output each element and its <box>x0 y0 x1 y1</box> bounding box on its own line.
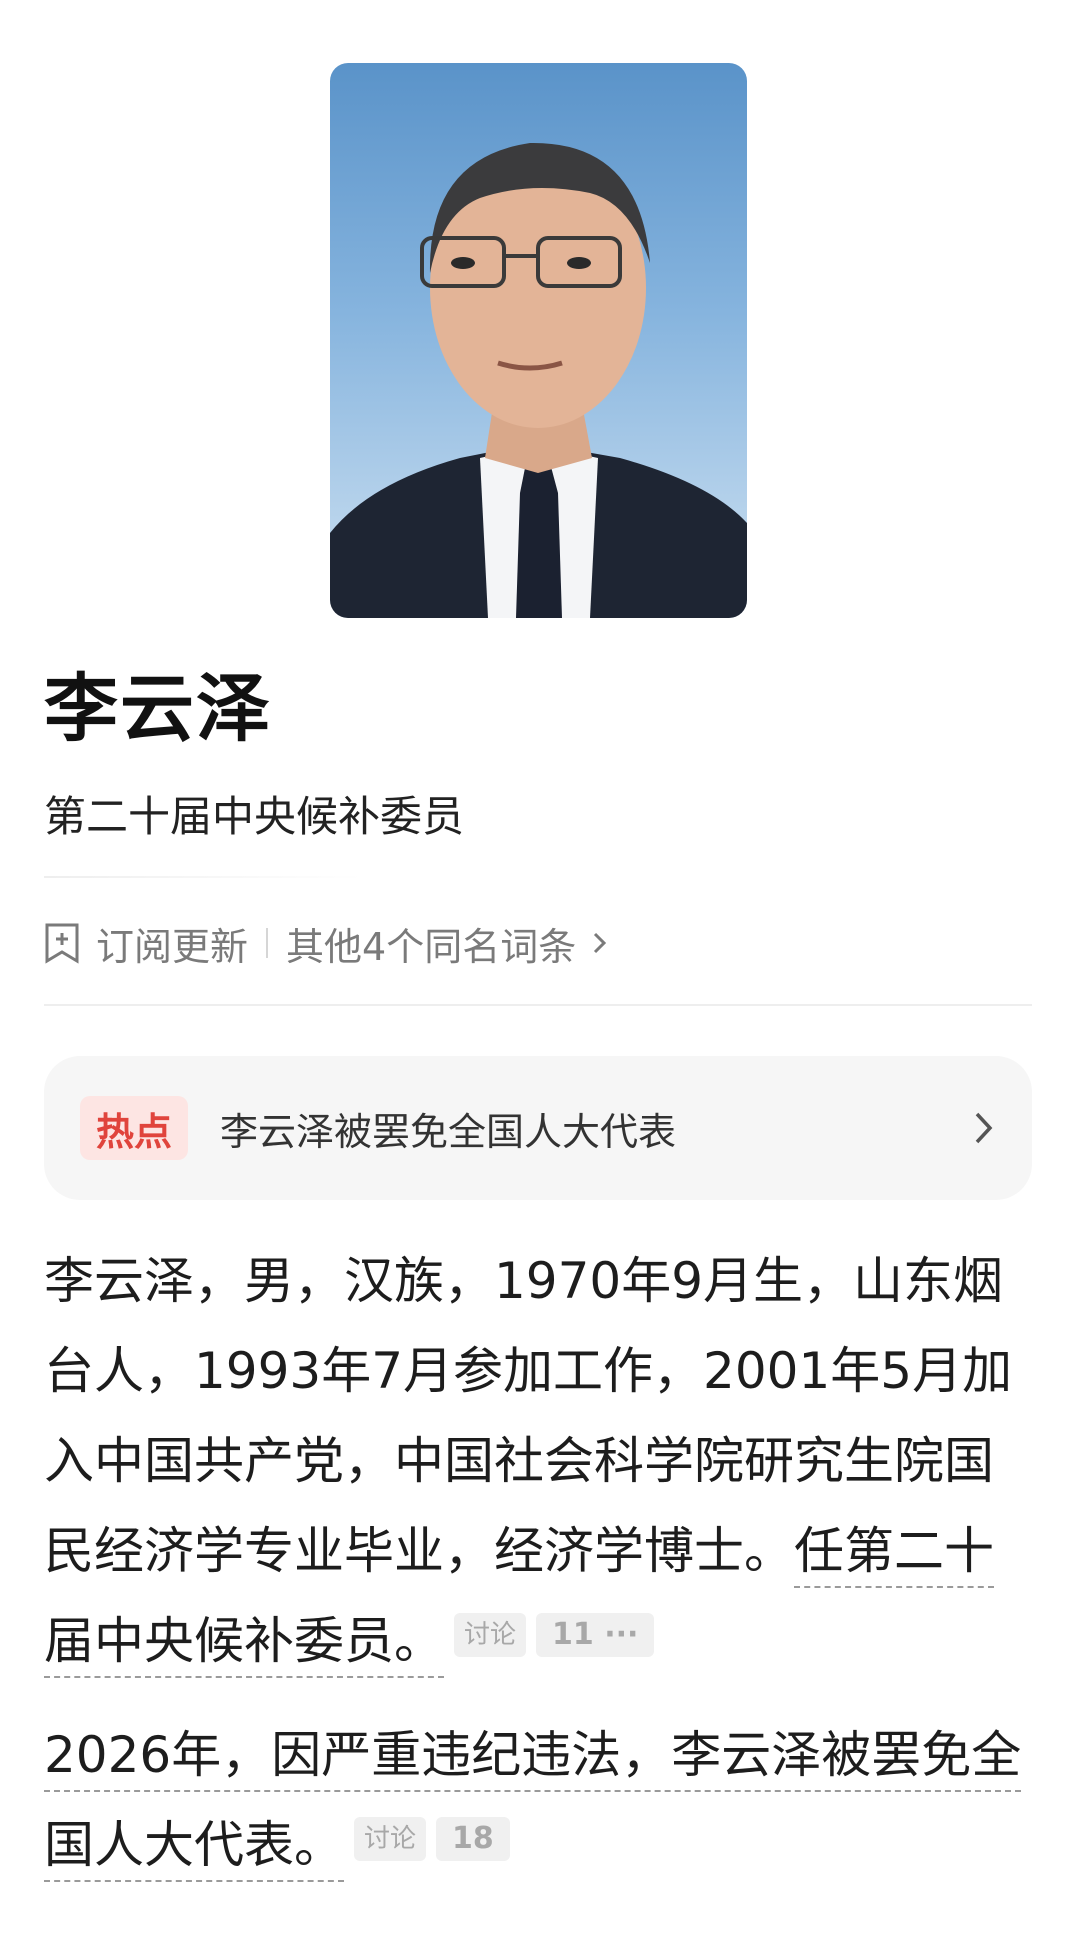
paragraph: 李云泽，男，汉族，1970年9月生，山东烟台人，1993年7月参加工作，2001… <box>44 1236 1040 1686</box>
hot-badge: 热点 <box>80 1096 188 1160</box>
hot-topic-card[interactable]: 热点 李云泽被罢免全国人大代表 <box>44 1056 1032 1200</box>
page-subtitle: 第二十届中央候补委员 <box>44 792 465 841</box>
article-body: 李云泽，男，汉族，1970年9月生，山东烟台人，1993年7月参加工作，2001… <box>44 1236 1040 1890</box>
separator <box>266 928 269 958</box>
discuss-count[interactable]: 18 <box>436 1816 510 1861</box>
discuss-button[interactable]: 讨论 <box>454 1612 527 1657</box>
bookmark-icon[interactable] <box>44 922 80 964</box>
portrait-illustration <box>330 142 747 618</box>
paragraph: 2026年，因严重违纪违法，李云泽被罢免全国人大代表。 讨论 18 <box>44 1710 1040 1890</box>
subscribe-link[interactable]: 订阅更新 <box>96 916 248 971</box>
meta-row: 订阅更新 其他4个同名词条 <box>44 915 610 971</box>
hot-topic-text[interactable]: 李云泽被罢免全国人大代表 <box>220 1101 676 1156</box>
same-name-entries-link[interactable]: 其他4个同名词条 <box>286 916 576 971</box>
page-title: 李云泽 <box>44 666 272 752</box>
divider <box>44 876 364 878</box>
citation-sentence[interactable]: 2026年，因严重违纪违法，李云泽被罢免全国人大代表。 <box>44 1726 1021 1874</box>
discuss-count[interactable]: 11 ··· <box>536 1612 655 1657</box>
profile-photo[interactable] <box>330 63 747 618</box>
chevron-right-icon[interactable] <box>590 928 610 958</box>
divider <box>44 1004 1032 1006</box>
chevron-right-icon[interactable] <box>972 1108 996 1148</box>
discuss-button[interactable]: 讨论 <box>354 1816 427 1861</box>
